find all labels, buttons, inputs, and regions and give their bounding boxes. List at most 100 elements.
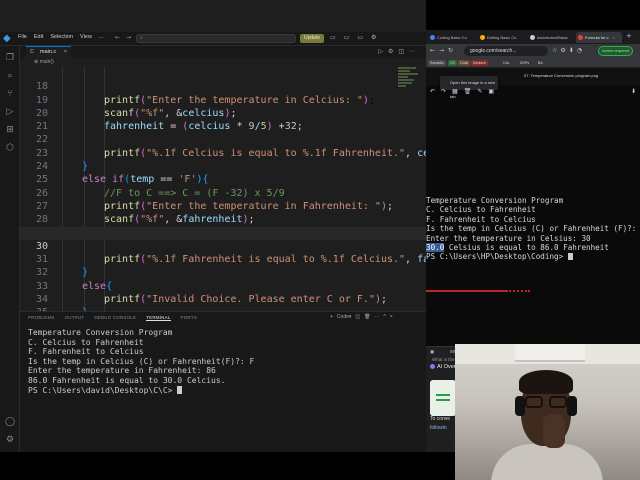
terminal-shell-label[interactable]: Code: [337, 314, 349, 320]
browser-tab-label: Formula for c: [585, 35, 609, 40]
menu-view[interactable]: View: [80, 34, 92, 40]
screenshot-cursor: [567, 253, 573, 261]
browser-tab[interactable]: davidsvtest/Basic: [528, 32, 574, 43]
ai-overview-line: To conve: [430, 416, 451, 422]
browser-tab-label: davidsvtest/Basic: [537, 35, 568, 40]
code-line[interactable]: 20 fahrenheit = (celcius * 9/5) +32;: [20, 94, 426, 132]
bookmark-item[interactable]: Deutsch: [471, 60, 488, 66]
code-line[interactable]: 33 printf("Invalid Choice. Please enter …: [20, 267, 426, 305]
tab-close-icon[interactable]: ×: [613, 35, 615, 40]
editor-tab-bar: C main.c × ▷⚙◫⋯: [20, 46, 426, 58]
image-viewer: 07. Temperature Conversion program.png O…: [426, 68, 640, 346]
browser-tab-label: Coding Basic Co: [437, 35, 467, 40]
tab-output[interactable]: OUTPUT: [65, 315, 85, 321]
screenshot-line: F. Fahrenheit to Celcius: [426, 214, 536, 224]
browser-tab-strip: Coding Basic Co Editing Basic Co davidsv…: [426, 30, 640, 44]
presenter-hair: [519, 370, 573, 394]
code-line-active[interactable]: 30 printf("%.1f Fahrenheit is equal to %…: [20, 226, 426, 265]
highlighted-value: 30.0: [426, 242, 445, 252]
address-bar-row: ←→↻ google.com/search... ☆⚙⬇◔ Action req…: [426, 44, 640, 58]
nav-arrows-icon[interactable]: ←→: [115, 34, 137, 41]
terminal-cursor: [177, 385, 183, 394]
image-info-icon[interactable]: ▣: [430, 349, 434, 355]
browser-tab[interactable]: Coding Basic Co: [428, 32, 476, 43]
code-line[interactable]: 23 }: [20, 134, 426, 172]
code-line[interactable]: 21: [20, 107, 426, 132]
panel-icons[interactable]: ▾◫🗑⋯^×: [349, 314, 397, 320]
extensions-icon[interactable]: ⊞: [4, 124, 16, 136]
new-terminal-icon[interactable]: +: [330, 314, 337, 320]
webcam-overlay: [455, 344, 640, 480]
code-line[interactable]: 27 scanf("%f", &fahrenheit);: [20, 187, 426, 225]
equals-thumbnail[interactable]: [430, 380, 456, 416]
terminal-line: Enter the temperature in Fahrenheit: 86: [28, 366, 216, 376]
remote-icon[interactable]: ⬡: [4, 142, 16, 154]
tab-debug-console[interactable]: DEBUG CONSOLE: [94, 315, 136, 321]
code-line[interactable]: 24 else if(temp == 'F'){: [20, 147, 426, 185]
viewer-tools-icon[interactable]: ↶↷▦🗑✎▣: [430, 88, 500, 95]
new-tab-icon[interactable]: +: [626, 32, 632, 40]
action-required-button[interactable]: Action required: [598, 46, 633, 56]
tab-terminal[interactable]: TERMINAL: [146, 315, 171, 321]
bookmark-item[interactable]: Sonantic: [428, 60, 446, 66]
annotation-line: [426, 290, 506, 292]
editor-actions-icon[interactable]: ▷⚙◫⋯: [378, 48, 420, 55]
bookmark-item[interactable]: BA: [536, 60, 545, 66]
update-button[interactable]: Update: [300, 34, 325, 43]
screenshot-line-rest: Celsius is equal to 86.0 Fahrenheit: [444, 242, 609, 252]
terminal-line: Is the temp in Celcius (C) or Fahrenheit…: [28, 356, 255, 366]
bookmark-item[interactable]: Code: [458, 60, 471, 66]
toolbar-icons[interactable]: ☆⚙⬇◔: [552, 47, 585, 54]
nav-arrows-icon[interactable]: ←→↻: [430, 47, 457, 54]
explorer-icon[interactable]: ❐: [4, 52, 16, 64]
layout-buttons-icon[interactable]: ▭▭▭⚙: [330, 34, 384, 41]
tab-favicon-icon: [430, 35, 435, 40]
search-icon[interactable]: ⌕: [4, 70, 16, 82]
tab-label: main.c: [40, 49, 57, 55]
vscode-window: ◆ File Edit Selection View ... ←→ ⌕ Upda…: [0, 0, 426, 480]
tab-ports[interactable]: PORTS: [181, 315, 197, 321]
terminal-prompt: PS C:\Users\david\Desktop\C\C>: [28, 385, 178, 395]
bookmark-item[interactable]: CS: [448, 60, 457, 66]
headphone-left: [515, 396, 525, 416]
browser-tab-label: Editing Basic Co: [487, 35, 517, 40]
menu-more[interactable]: ...: [99, 34, 104, 40]
tab-main-c[interactable]: C main.c ×: [26, 46, 71, 58]
account-icon[interactable]: ◯: [4, 416, 16, 428]
bookmarks-bar: Sonantic CS Code Deutsch CAL SOPs BA: [426, 58, 640, 68]
code-line[interactable]: 35: [20, 293, 426, 311]
code-line[interactable]: 19 scanf("%f", &celcius);: [20, 80, 426, 119]
code-line[interactable]: 22 printf("%.1f Celcius is equal to %.1f…: [20, 120, 426, 158]
minimap[interactable]: [398, 67, 420, 97]
code-line[interactable]: 18 printf("Enter the temperature in Celc…: [20, 67, 426, 105]
source-control-icon[interactable]: ⑂: [4, 88, 16, 100]
tab-close-icon[interactable]: ×: [64, 49, 67, 55]
manage-gear-icon[interactable]: ⚙: [4, 434, 16, 446]
menu-file[interactable]: File: [18, 34, 27, 40]
code-line[interactable]: 29: [20, 213, 426, 239]
menu-selection[interactable]: Selection: [50, 34, 73, 40]
menu-edit[interactable]: Edit: [34, 34, 43, 40]
code-line[interactable]: 25 //F to C ==> C = (F -32) x 5/9: [20, 160, 426, 198]
command-center[interactable]: ⌕: [136, 34, 296, 43]
bookmark-item[interactable]: CAL: [501, 60, 512, 66]
code-line[interactable]: 31 }: [20, 240, 426, 278]
ai-overview-link[interactable]: followin: [430, 424, 450, 433]
browser-tab[interactable]: Editing Basic Co: [478, 32, 526, 43]
run-debug-icon[interactable]: ▷: [4, 106, 16, 118]
code-line[interactable]: 26 printf("Enter the temperature in Fahr…: [20, 173, 426, 212]
url-input[interactable]: google.com/search...: [464, 46, 548, 56]
tab-problems[interactable]: PROBLEMS: [28, 315, 55, 321]
code-line[interactable]: 28 celcius = (fahrenheit - 32) * 5/9;: [20, 200, 426, 238]
browser-tab-active[interactable]: Formula for c ×: [576, 32, 622, 43]
tab-favicon-icon: [530, 35, 535, 40]
download-icon[interactable]: ⬇: [631, 88, 636, 95]
terminal-line: F. Fahrenheit to Celcius: [28, 347, 144, 357]
breadcrumb[interactable]: ⊕ main(): [20, 58, 426, 67]
code-line[interactable]: 32 else{: [20, 253, 426, 291]
code-editor[interactable]: 18 printf("Enter the temperature in Celc…: [20, 67, 426, 311]
bookmark-item[interactable]: SOPs: [518, 60, 531, 66]
code-line[interactable]: 34 }: [20, 280, 426, 311]
terminal-output[interactable]: Temperature Conversion Program C. Celciu…: [28, 328, 254, 395]
command-center-search-icon: ⌕: [140, 35, 143, 41]
